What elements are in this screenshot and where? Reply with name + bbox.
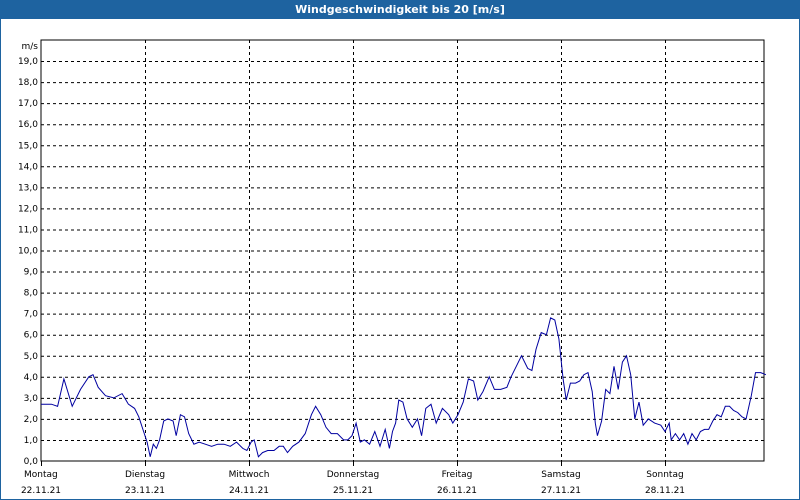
y-tick-label: 12,0 xyxy=(18,204,38,214)
y-tick-label: 10,0 xyxy=(18,247,38,257)
x-date-label: 25.11.21 xyxy=(333,486,373,496)
x-axis-labels: Montag 22.11.21 Dienstag 23.11.21 Mittwoch 24… xyxy=(21,461,685,496)
y-tick-label: 11,0 xyxy=(18,225,38,235)
y-axis-ticks: 0,0 1,0 2,0 3,0 4,0 5,0 6,0 7,0 8,0 9,0 10,0 11,0 12… xyxy=(18,57,38,467)
wind-speed-line xyxy=(41,317,767,458)
y-axis-unit: m/s xyxy=(22,42,39,52)
x-weekday-label: Mittwoch xyxy=(229,470,270,480)
x-weekday-label: Dienstag xyxy=(125,470,165,480)
y-tick-label: 7,0 xyxy=(24,310,39,320)
y-tick-label: 9,0 xyxy=(24,268,39,278)
y-tick-label: 6,0 xyxy=(24,331,39,341)
y-tick-label: 13,0 xyxy=(18,183,38,193)
y-tick-label: 18,0 xyxy=(18,78,38,88)
x-weekday-label: Sonntag xyxy=(646,470,683,480)
x-date-label: 28.11.21 xyxy=(645,486,685,496)
y-tick-label: 5,0 xyxy=(24,352,39,362)
y-tick-label: 17,0 xyxy=(18,99,38,109)
wind-speed-chart: 0,0 1,0 2,0 3,0 4,0 5,0 6,0 7,0 8,0 9,0 10,0 11,0 12… xyxy=(18,39,767,496)
y-tick-label: 4,0 xyxy=(24,373,39,383)
x-date-label: 23.11.21 xyxy=(125,486,165,496)
y-tick-label: 14,0 xyxy=(18,162,38,172)
y-tick-label: 16,0 xyxy=(18,120,38,130)
y-tick-label: 8,0 xyxy=(24,289,39,299)
y-tick-label: 0,0 xyxy=(24,457,39,467)
x-weekday-label: Samstag xyxy=(541,470,580,480)
y-tick-label: 2,0 xyxy=(24,415,39,425)
x-date-label: 22.11.21 xyxy=(21,486,61,496)
x-weekday-label: Montag xyxy=(24,470,58,480)
y-tick-label: 15,0 xyxy=(18,141,38,151)
grid-lines xyxy=(41,40,764,461)
y-tick-label: 3,0 xyxy=(24,394,39,404)
x-weekday-label: Donnerstag xyxy=(327,470,380,480)
x-date-label: 27.11.21 xyxy=(541,486,581,496)
x-date-label: 26.11.21 xyxy=(437,486,477,496)
y-tick-label: 19,0 xyxy=(18,57,38,67)
y-tick-label: 1,0 xyxy=(24,436,39,446)
x-date-label: 24.11.21 xyxy=(229,486,269,496)
chart-window: Windgeschwindigkeit bis 20 [m/s] 0,0 1,0 2… xyxy=(0,0,800,500)
x-weekday-label: Freitag xyxy=(442,470,473,480)
